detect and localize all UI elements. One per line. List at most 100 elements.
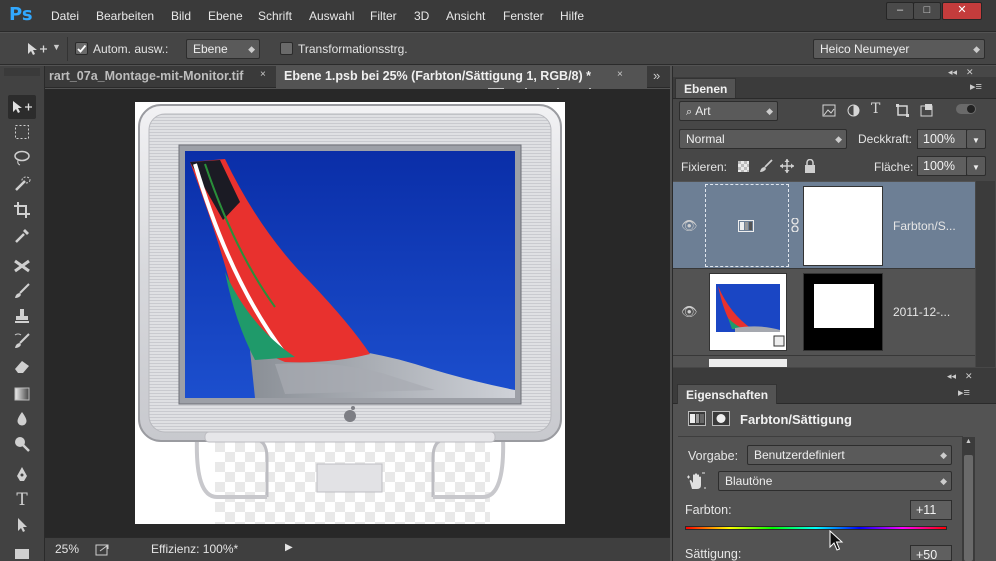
move-tool-icon[interactable] xyxy=(26,41,48,57)
tab-overflow-icon[interactable]: » xyxy=(653,68,660,83)
filter-toggle[interactable] xyxy=(956,104,976,114)
preset-dropdown[interactable]: Benutzerdefiniert ◆ xyxy=(747,445,952,465)
lasso-tool-icon[interactable] xyxy=(8,146,36,170)
hue-label: Farbton: xyxy=(685,503,732,517)
zoom-level[interactable]: 25% xyxy=(55,542,79,556)
panel-collapse-icon[interactable]: ◂◂ xyxy=(948,67,957,78)
layer-name[interactable]: 2011-12-... xyxy=(893,305,950,319)
maximize-button[interactable]: □ xyxy=(913,2,941,20)
targeted-adjustment-hand-icon[interactable] xyxy=(686,472,706,490)
document-canvas[interactable] xyxy=(135,102,565,524)
menu-schrift[interactable]: Schrift xyxy=(258,9,292,23)
layer-row-partial[interactable] xyxy=(673,357,975,367)
menu-filter[interactable]: Filter xyxy=(370,9,397,23)
color-range-dropdown[interactable]: Blautöne ◆ xyxy=(718,471,952,491)
auto-select-checkbox[interactable] xyxy=(75,42,88,55)
menu-ebene[interactable]: Ebene xyxy=(208,9,243,23)
history-brush-tool-icon[interactable] xyxy=(8,329,36,353)
menu-bearbeiten[interactable]: Bearbeiten xyxy=(96,9,154,23)
layer-row-photo[interactable]: 👁 2011-12-... xyxy=(673,270,975,356)
type-tool-icon[interactable]: T xyxy=(8,488,36,512)
lock-position-icon[interactable] xyxy=(780,159,794,173)
hue-value-field[interactable]: +11 xyxy=(910,500,952,520)
tab-ebene-1-close-icon[interactable]: × xyxy=(617,69,623,80)
saturation-value-field[interactable]: +50 xyxy=(910,545,952,561)
brush-tool-icon[interactable] xyxy=(8,279,36,303)
layer-name[interactable]: Farbton/S... xyxy=(893,219,956,233)
healing-brush-tool-icon[interactable] xyxy=(8,254,36,278)
panel-close-icon[interactable]: ✕ xyxy=(966,67,974,78)
layers-scrollbar[interactable] xyxy=(976,181,995,367)
preset-label: Vorgabe: xyxy=(688,449,739,463)
blend-mode-dropdown[interactable]: Normal ◆ xyxy=(679,129,847,149)
clone-stamp-tool-icon[interactable] xyxy=(8,304,36,328)
visibility-eye-icon[interactable]: 👁 xyxy=(681,218,698,234)
lock-transparent-icon[interactable] xyxy=(738,161,749,172)
crop-tool-icon[interactable] xyxy=(8,198,36,222)
hue-saturation-icon xyxy=(738,220,754,232)
status-menu-arrow-icon[interactable]: ▶ xyxy=(285,542,293,553)
status-info: Effizienz: 100%* xyxy=(151,542,239,556)
layer-thumbnail xyxy=(709,359,787,367)
auto-select-dropdown[interactable]: Ebene ◆ xyxy=(186,39,260,59)
workspace-dropdown[interactable]: Heico Neumeyer ◆ xyxy=(813,39,985,59)
menu-datei[interactable]: Datei xyxy=(51,9,79,23)
menu-hilfe[interactable]: Hilfe xyxy=(560,9,584,23)
mask-icon[interactable] xyxy=(712,411,730,426)
properties-close-icon[interactable]: ✕ xyxy=(965,371,973,382)
properties-collapse-icon[interactable]: ◂◂ xyxy=(947,371,956,382)
path-selection-tool-icon[interactable] xyxy=(8,513,36,537)
tab-montage-close-icon[interactable]: × xyxy=(260,69,266,80)
menu-auswahl[interactable]: Auswahl xyxy=(309,9,354,23)
menu-bar: Ps Datei Bearbeiten Bild Ebene Schrift A… xyxy=(0,0,996,32)
properties-scrollbar-thumb[interactable] xyxy=(964,455,973,561)
move-tool-icon[interactable] xyxy=(8,95,36,119)
quick-selection-tool-icon[interactable] xyxy=(8,172,36,196)
properties-heading: Farbton/Sättigung xyxy=(740,412,852,427)
menu-3d[interactable]: 3D xyxy=(414,9,429,23)
export-icon[interactable] xyxy=(95,543,111,556)
gradient-tool-icon[interactable] xyxy=(8,382,36,406)
tab-ebene-1[interactable]: Ebene 1.psb bei 25% (Farbton/Sättigung 1… xyxy=(276,66,647,88)
menu-fenster[interactable]: Fenster xyxy=(503,9,544,23)
layers-panel-menu-icon[interactable]: ▸≡ xyxy=(970,80,982,93)
fill-field[interactable]: 100% xyxy=(917,156,967,176)
marquee-tool-icon[interactable] xyxy=(8,120,36,144)
auto-select-label: Autom. ausw.: xyxy=(93,42,169,56)
close-window-button[interactable]: ✕ xyxy=(942,2,982,20)
filter-pixel-icon[interactable] xyxy=(822,104,836,117)
blur-tool-icon[interactable] xyxy=(8,407,36,431)
properties-panel-menu-icon[interactable]: ▸≡ xyxy=(958,386,970,399)
visibility-eye-icon[interactable]: 👁 xyxy=(681,304,698,320)
layer-mask-link-icon[interactable] xyxy=(790,218,800,232)
adjustment-icon[interactable] xyxy=(688,411,706,426)
layer-filter-dropdown[interactable]: ⌕ Art ◆ xyxy=(679,101,778,121)
filter-smart-object-icon[interactable] xyxy=(920,103,933,117)
minimize-button[interactable]: – xyxy=(886,2,914,20)
filter-type-icon[interactable]: T xyxy=(871,101,880,117)
properties-scrollbar[interactable]: ▲ xyxy=(962,437,975,561)
menu-ansicht[interactable]: Ansicht xyxy=(446,9,485,23)
lock-image-icon[interactable] xyxy=(759,159,773,173)
tool-preset-chevron-icon[interactable]: ▼ xyxy=(52,42,61,52)
opacity-field[interactable]: 100% xyxy=(917,129,967,149)
tab-montage[interactable]: rart_07a_Montage-mit-Monitor.tif xyxy=(45,66,275,88)
rectangle-tool-icon[interactable] xyxy=(8,540,36,561)
layer-row-hue-saturation[interactable]: 👁 Farbton/S... xyxy=(673,182,975,269)
layer-thumbnail xyxy=(709,273,787,351)
transform-controls-checkbox[interactable] xyxy=(280,42,293,55)
dodge-tool-icon[interactable] xyxy=(8,432,36,456)
filter-shape-icon[interactable] xyxy=(896,104,909,117)
menu-bild[interactable]: Bild xyxy=(171,9,191,23)
eyedropper-tool-icon[interactable] xyxy=(8,224,36,248)
lock-all-icon[interactable] xyxy=(804,159,816,173)
filter-adjustment-icon[interactable] xyxy=(847,104,860,117)
toolbox-header xyxy=(4,68,40,76)
fill-slider-button[interactable]: ▼ xyxy=(966,156,986,176)
hue-slider-track[interactable] xyxy=(685,526,947,530)
pen-tool-icon[interactable] xyxy=(8,462,36,486)
opacity-slider-button[interactable]: ▼ xyxy=(966,129,986,149)
layers-panel-tab[interactable]: Ebenen xyxy=(675,78,737,98)
properties-panel-tab[interactable]: Eigenschaften xyxy=(677,384,778,404)
eraser-tool-icon[interactable] xyxy=(8,354,36,378)
